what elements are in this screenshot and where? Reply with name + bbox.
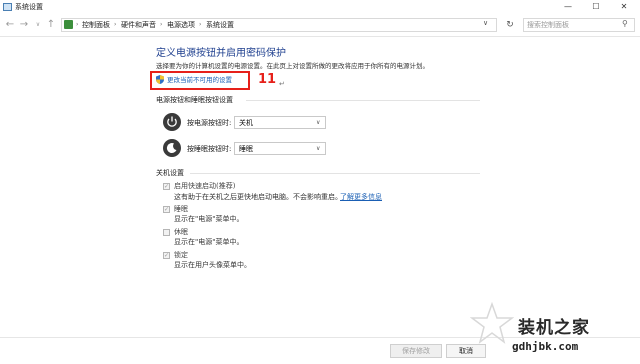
cancel-button[interactable]: 取消 xyxy=(446,344,486,358)
breadcrumb-separator: › xyxy=(76,21,79,28)
fast-startup-label: 启用快速启动(推荐) xyxy=(174,182,236,190)
chevron-down-icon: ∨ xyxy=(316,119,321,126)
sleep-option-label: 睡眠 xyxy=(174,205,188,213)
annotation-return-mark: ↵ xyxy=(279,80,285,88)
address-dropdown-icon[interactable]: ∨ xyxy=(483,19,488,27)
title-bar xyxy=(0,0,640,14)
power-button-value: 关机 xyxy=(239,119,253,127)
hibernate-option-description: 显示在"电源"菜单中。 xyxy=(174,238,244,246)
maximize-button[interactable]: ☐ xyxy=(584,0,608,14)
sleep-option-description: 显示在"电源"菜单中。 xyxy=(174,215,244,223)
section-divider xyxy=(246,100,480,101)
app-icon xyxy=(3,3,12,11)
watermark-brand: 装机之家 xyxy=(518,318,590,338)
uac-shield-icon xyxy=(156,75,164,84)
up-arrow-icon[interactable]: ↑ xyxy=(45,19,57,31)
sleep-checkbox[interactable]: ✓ xyxy=(163,206,170,213)
sleep-button-value: 睡眠 xyxy=(239,145,253,153)
breadcrumb-hardware-sound[interactable]: 硬件和声音 xyxy=(121,20,156,30)
watermark-star-icon xyxy=(470,302,514,344)
breadcrumb-separator: › xyxy=(114,21,117,28)
watermark-url: gdhjbk.com xyxy=(512,340,579,353)
back-arrow-icon[interactable]: ← xyxy=(4,19,16,31)
page-title: 定义电源按钮并启用密码保护 xyxy=(156,48,286,59)
change-unavailable-settings-link[interactable]: 更改当前不可用的设置 xyxy=(167,76,232,85)
refresh-icon[interactable]: ↻ xyxy=(503,18,517,32)
sleep-button-label: 按睡眠按钮时: xyxy=(187,145,232,153)
breadcrumb-separator: › xyxy=(199,21,202,28)
hibernate-option-label: 休眠 xyxy=(174,228,188,236)
save-changes-button[interactable]: 保存修改 xyxy=(390,344,442,358)
minimize-button[interactable]: — xyxy=(556,0,580,14)
search-icon[interactable]: ⚲ xyxy=(622,19,628,28)
window-title: 系统设置 xyxy=(15,3,43,11)
hibernate-checkbox[interactable] xyxy=(163,229,170,236)
lock-option-description: 显示在用户头像菜单中。 xyxy=(174,261,251,269)
breadcrumb-control-panel[interactable]: 控制面板 xyxy=(82,20,110,30)
learn-more-link[interactable]: 了解更多信息 xyxy=(340,192,382,202)
breadcrumb-system-settings[interactable]: 系统设置 xyxy=(206,20,234,30)
breadcrumb-power-options[interactable]: 电源选项 xyxy=(167,20,195,30)
page-description: 选择要为你的计算机设置的电源设置。在此页上对设置所做的更改将应用于你所有的电源计… xyxy=(156,62,429,70)
section-divider xyxy=(190,173,480,174)
search-placeholder: 搜索控制面板 xyxy=(527,21,569,29)
lock-option-label: 锁定 xyxy=(174,251,188,259)
forward-arrow-icon[interactable]: → xyxy=(18,19,30,31)
chevron-down-icon: ∨ xyxy=(316,145,321,152)
control-panel-icon xyxy=(64,20,73,29)
recent-locations-icon[interactable]: ∨ xyxy=(32,19,44,31)
breadcrumb-separator: › xyxy=(160,21,163,28)
annotation-step-number: 11 xyxy=(258,72,277,87)
power-button-icon xyxy=(163,113,181,131)
fast-startup-description: 这有助于在关机之后更快地启动电脑。不会影响重启。 xyxy=(174,193,342,201)
power-buttons-section-title: 电源按钮和睡眠按钮设置 xyxy=(156,96,233,104)
power-button-label: 按电源按钮时: xyxy=(187,119,232,127)
fast-startup-checkbox[interactable]: ✓ xyxy=(163,183,170,190)
lock-checkbox[interactable]: ✓ xyxy=(163,252,170,259)
shutdown-section-title: 关机设置 xyxy=(156,169,184,177)
sleep-button-icon xyxy=(163,139,181,157)
close-button[interactable]: ✕ xyxy=(612,0,636,14)
